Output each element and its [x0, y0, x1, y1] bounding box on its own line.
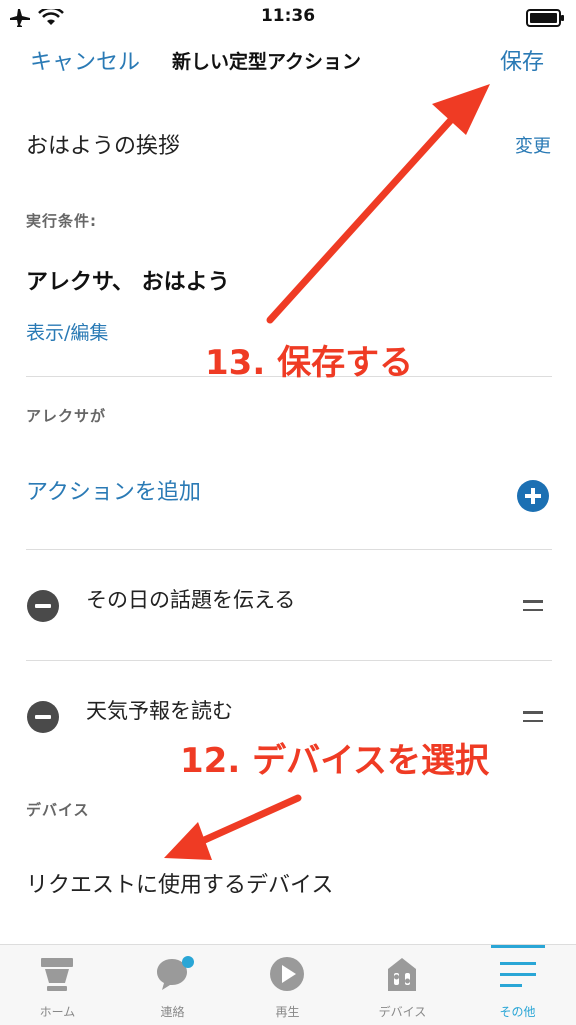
- tab-play[interactable]: 再生: [230, 945, 345, 1025]
- play-icon: [270, 957, 304, 991]
- chat-icon: [157, 956, 194, 990]
- annotation-device-step: 12. デバイスを選択: [180, 741, 490, 781]
- devices-icon: [388, 958, 416, 991]
- tab-more[interactable]: その他: [460, 945, 575, 1025]
- home-icon: [41, 958, 73, 991]
- tab-label: 再生: [275, 1005, 300, 1019]
- tab-label: 連絡: [160, 1005, 185, 1019]
- tab-bar: ホーム 連絡 再生 デバイス その他: [0, 944, 576, 1025]
- tab-label: デバイス: [378, 1005, 427, 1019]
- tab-devices[interactable]: デバイス: [345, 945, 460, 1025]
- tab-home[interactable]: ホーム: [0, 945, 115, 1025]
- tab-label: ホーム: [39, 1005, 76, 1019]
- tab-communicate[interactable]: 連絡: [115, 945, 230, 1025]
- arrow-head-device: [164, 822, 212, 860]
- annotation-arrows: [164, 84, 490, 860]
- active-tab-indicator: [491, 945, 545, 948]
- tab-label: その他: [499, 1005, 536, 1019]
- annotation-save-step: 13. 保存する: [205, 343, 414, 383]
- menu-icon: [500, 962, 536, 987]
